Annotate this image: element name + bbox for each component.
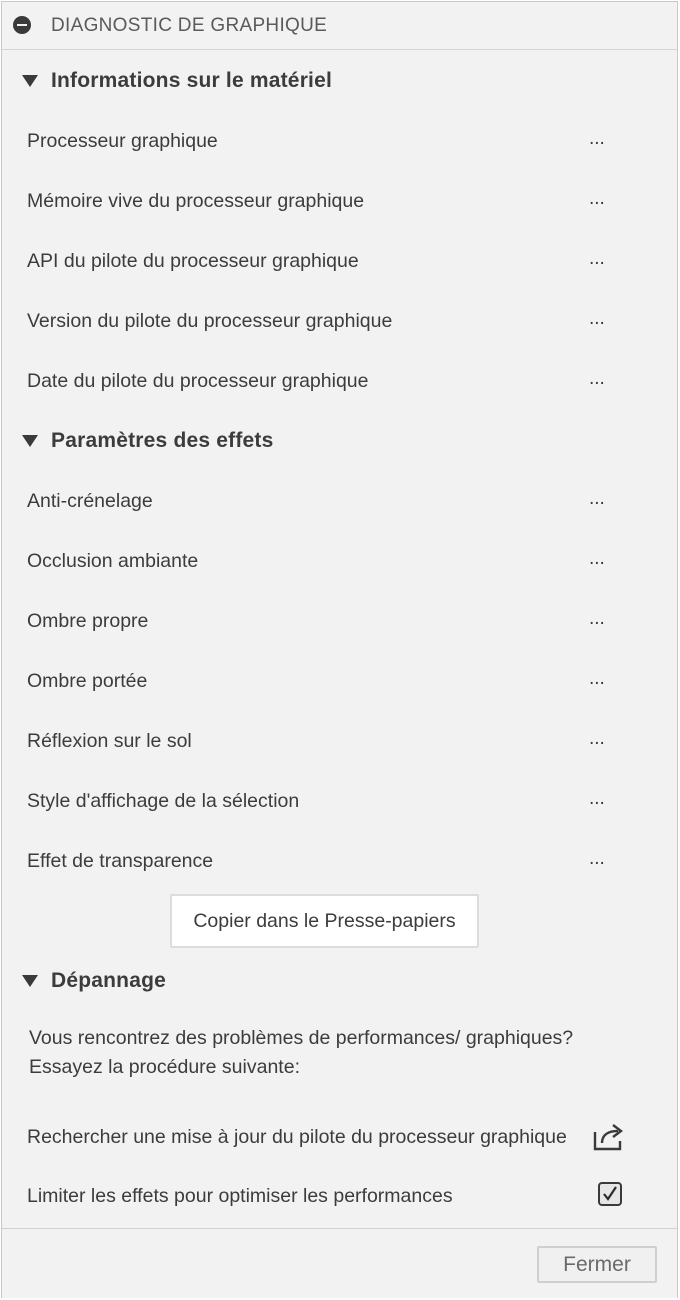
section-header-effects[interactable]: Paramètres des effets: [22, 426, 274, 456]
row-value: ...: [589, 848, 605, 869]
checkmark-icon: [603, 1186, 617, 1201]
external-link-icon[interactable]: [591, 1122, 627, 1152]
section-title: Dépannage: [51, 969, 166, 992]
minus-circle-icon[interactable]: [13, 16, 31, 34]
row-label: Ombre portée: [27, 669, 148, 692]
effect-row-cast-shadow: Ombre portée ...: [27, 666, 637, 696]
info-row-gpu-memory: Mémoire vive du processeur graphique ...: [27, 186, 637, 216]
driver-update-row[interactable]: Rechercher une mise à jour du pilote du …: [27, 1122, 667, 1154]
row-value: ...: [589, 668, 605, 689]
row-label: API du pilote du processeur graphique: [27, 249, 359, 272]
row-value: ...: [589, 308, 605, 329]
row-value: ...: [589, 788, 605, 809]
section-header-troubleshooting[interactable]: Dépannage: [22, 966, 166, 996]
section-header-hardware[interactable]: Informations sur le matériel: [22, 66, 332, 96]
limit-effects-row[interactable]: Limiter les effets pour optimiser les pe…: [27, 1181, 667, 1213]
triangle-down-icon: [22, 975, 38, 987]
limit-effects-checkbox[interactable]: [598, 1182, 622, 1206]
row-label: Date du pilote du processeur graphique: [27, 369, 369, 392]
row-value: ...: [589, 608, 605, 629]
triangle-down-icon: [22, 435, 38, 447]
section-title: Informations sur le matériel: [51, 69, 333, 92]
triangle-down-icon: [22, 75, 38, 87]
close-button[interactable]: Fermer: [537, 1246, 657, 1283]
row-label: Effet de transparence: [27, 849, 214, 872]
row-value: ...: [589, 188, 605, 209]
info-row-driver-date: Date du pilote du processeur graphique .…: [27, 366, 637, 396]
row-label: Processeur graphique: [27, 129, 218, 152]
panel-titlebar: DIAGNOSTIC DE GRAPHIQUE: [2, 2, 677, 50]
row-label: Style d'affichage de la sélection: [27, 789, 300, 812]
panel-footer: Fermer: [2, 1228, 677, 1298]
row-label: Anti-crénelage: [27, 489, 153, 512]
effect-row-ground-reflection: Réflexion sur le sol ...: [27, 726, 637, 756]
row-value: ...: [589, 728, 605, 749]
copy-to-clipboard-button[interactable]: Copier dans le Presse-papiers: [170, 894, 479, 948]
row-label: Mémoire vive du processeur graphique: [27, 189, 365, 212]
info-row-driver-version: Version du pilote du processeur graphiqu…: [27, 306, 637, 336]
effect-row-ambient-occlusion: Occlusion ambiante ...: [27, 546, 637, 576]
row-value: ...: [589, 368, 605, 389]
row-value: ...: [589, 248, 605, 269]
info-row-driver-api: API du pilote du processeur graphique ..…: [27, 246, 637, 276]
effect-row-selection-style: Style d'affichage de la sélection ...: [27, 786, 637, 816]
row-label: Version du pilote du processeur graphiqu…: [27, 309, 393, 332]
info-row-gpu: Processeur graphique ...: [27, 126, 637, 156]
driver-update-link[interactable]: Rechercher une mise à jour du pilote du …: [27, 1126, 577, 1149]
panel-title: DIAGNOSTIC DE GRAPHIQUE: [51, 15, 328, 36]
troubleshooting-description: Vous rencontrez des problèmes de perform…: [29, 1027, 574, 1078]
effect-row-self-shadow: Ombre propre ...: [27, 606, 637, 636]
graphics-diagnostic-panel: DIAGNOSTIC DE GRAPHIQUE Informations sur…: [1, 1, 678, 1298]
row-label: Occlusion ambiante: [27, 549, 199, 572]
effect-row-antialiasing: Anti-crénelage ...: [27, 486, 637, 516]
row-label: Réflexion sur le sol: [27, 729, 192, 752]
limit-effects-label: Limiter les effets pour optimiser les pe…: [27, 1185, 453, 1207]
effect-row-transparency: Effet de transparence ...: [27, 846, 637, 876]
row-value: ...: [589, 488, 605, 509]
row-label: Ombre propre: [27, 609, 149, 632]
row-value: ...: [589, 128, 605, 149]
row-value: ...: [589, 548, 605, 569]
section-title: Paramètres des effets: [51, 429, 274, 452]
